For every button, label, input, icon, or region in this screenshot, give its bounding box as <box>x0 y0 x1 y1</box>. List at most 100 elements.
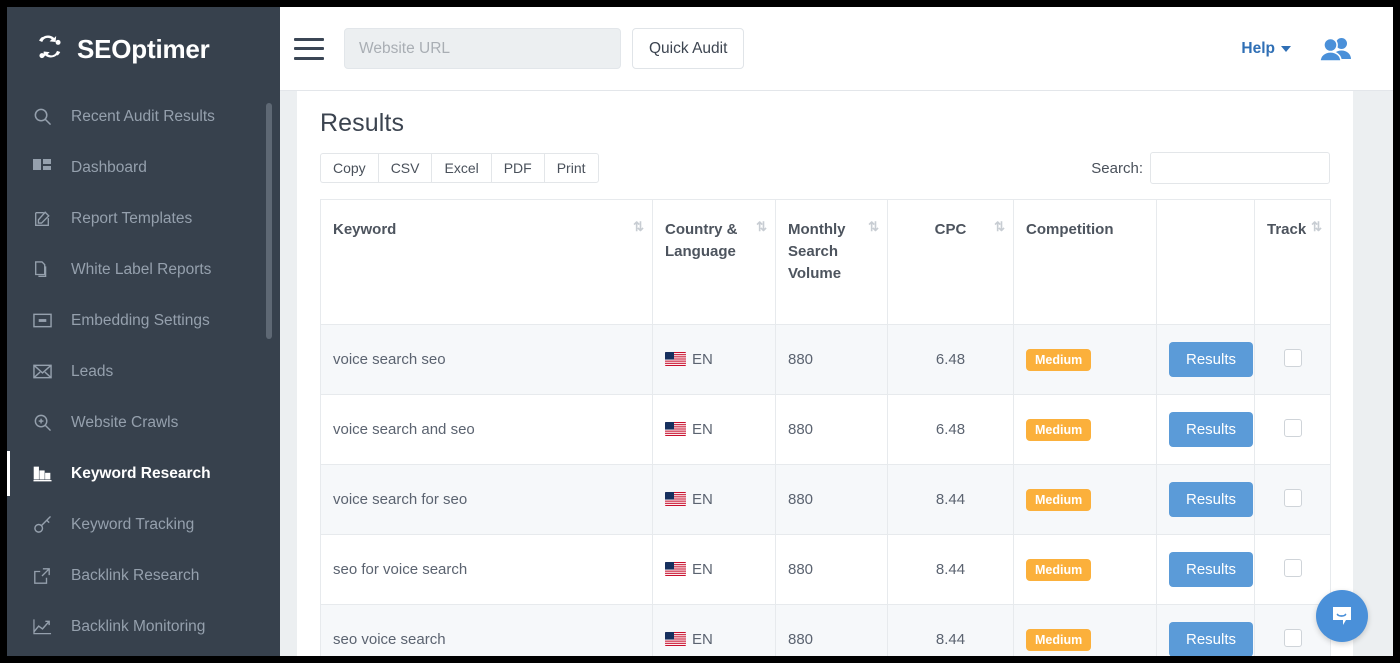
track-checkbox[interactable] <box>1284 559 1302 577</box>
magnifier-plus-icon <box>33 413 59 432</box>
track-checkbox[interactable] <box>1284 629 1302 647</box>
pencil-square-icon <box>33 210 59 228</box>
sidebar-item-white-label-reports[interactable]: White Label Reports <box>7 244 280 295</box>
cell-monthly-search-volume: 880 <box>776 535 888 605</box>
csv-button[interactable]: CSV <box>378 153 432 183</box>
cell-actions: Results <box>1157 535 1255 605</box>
hamburger-icon[interactable] <box>294 38 324 60</box>
cell-actions: Results <box>1157 465 1255 535</box>
sort-updown-icon: ⇅ <box>756 220 765 233</box>
language-code: EN <box>692 351 713 368</box>
sort-updown-icon: ⇅ <box>633 220 642 233</box>
quick-audit-button[interactable]: Quick Audit <box>632 28 744 69</box>
results-button[interactable]: Results <box>1169 342 1253 377</box>
col-keyword[interactable]: Keyword ⇅ <box>321 200 653 325</box>
app-window: SEOptimer Recent Audit Results Dashboard <box>0 0 1400 663</box>
col-competition[interactable]: Competition <box>1014 200 1157 325</box>
competition-badge: Medium <box>1026 629 1091 651</box>
cell-cpc: 6.48 <box>888 395 1014 465</box>
website-url-input[interactable] <box>344 28 621 69</box>
copy-pages-icon <box>33 261 59 279</box>
cell-country-language: EN <box>653 395 776 465</box>
language-code: EN <box>692 561 713 578</box>
col-actions <box>1157 200 1255 325</box>
envelope-icon <box>33 364 59 379</box>
track-checkbox[interactable] <box>1284 349 1302 367</box>
sidebar-item-label: Recent Audit Results <box>71 108 215 126</box>
cell-actions: Results <box>1157 605 1255 656</box>
sidebar-scrollbar[interactable] <box>266 103 272 339</box>
cell-cpc: 8.44 <box>888 535 1014 605</box>
brand-logo[interactable]: SEOptimer <box>7 7 280 91</box>
table-row: voice search for seoEN8808.44MediumResul… <box>321 465 1331 535</box>
col-track[interactable]: Track ⇅ <box>1255 200 1331 325</box>
sidebar-item-website-crawls[interactable]: Website Crawls <box>7 397 280 448</box>
sidebar-item-label: Embedding Settings <box>71 312 210 330</box>
topbar-right-group: Help <box>1241 36 1393 62</box>
sidebar-item-backlink-monitoring[interactable]: Backlink Monitoring <box>7 601 280 652</box>
sidebar-item-label: Keyword Research <box>71 465 211 483</box>
col-cpc[interactable]: CPC ⇅ <box>888 200 1014 325</box>
cell-monthly-search-volume: 880 <box>776 395 888 465</box>
cell-actions: Results <box>1157 395 1255 465</box>
track-checkbox[interactable] <box>1284 489 1302 507</box>
col-country-language[interactable]: Country & Language ⇅ <box>653 200 776 325</box>
export-button-group: Copy CSV Excel PDF Print <box>320 153 599 183</box>
key-icon <box>33 515 59 534</box>
brand-name: SEOptimer <box>77 34 210 65</box>
table-row: voice search and seo EN 8806.48 Medium Resul… <box>321 395 1331 465</box>
table-header-row: Keyword ⇅ Country & Language ⇅ Monthly S… <box>321 200 1331 325</box>
sidebar-item-embedding-settings[interactable]: Embedding Settings <box>7 295 280 346</box>
sidebar-item-report-templates[interactable]: Report Templates <box>7 193 280 244</box>
gear-refresh-logo-icon <box>31 30 69 68</box>
embed-box-icon <box>33 313 59 328</box>
pdf-button[interactable]: PDF <box>491 153 544 183</box>
excel-button[interactable]: Excel <box>431 153 490 183</box>
sort-updown-icon: ⇅ <box>994 220 1003 233</box>
competition-badge: Medium <box>1026 419 1091 441</box>
cell-cpc: 6.48 <box>888 325 1014 395</box>
results-button[interactable]: Results <box>1169 482 1253 517</box>
cell-monthly-search-volume: 880 <box>776 465 888 535</box>
language-code: EN <box>692 421 713 438</box>
users-icon[interactable] <box>1319 36 1353 62</box>
search-input[interactable] <box>1150 152 1330 184</box>
table-body: voice search seoEN8806.48MediumResultsvo… <box>321 325 1331 656</box>
sidebar-item-backlink-research[interactable]: Backlink Research <box>7 550 280 601</box>
help-menu[interactable]: Help <box>1241 40 1291 58</box>
cell-keyword: seo voice search <box>321 605 653 656</box>
competition-badge: Medium <box>1026 349 1091 371</box>
cell-competition: Medium <box>1014 605 1157 656</box>
table-row: seo voice searchEN8808.44MediumResults <box>321 605 1331 656</box>
cell-keyword: voice search and seo <box>321 395 653 465</box>
sidebar-item-dashboard[interactable]: Dashboard <box>7 142 280 193</box>
print-button[interactable]: Print <box>544 153 599 183</box>
cell-track <box>1255 395 1331 465</box>
sidebar-item-leads[interactable]: Leads <box>7 346 280 397</box>
table-header: Keyword ⇅ Country & Language ⇅ Monthly S… <box>321 200 1331 325</box>
sidebar-item-keyword-tracking[interactable]: Keyword Tracking <box>7 499 280 550</box>
col-competition-label: Competition <box>1026 221 1114 238</box>
track-checkbox[interactable] <box>1284 419 1302 437</box>
cell-keyword: voice search for seo <box>321 465 653 535</box>
col-monthly-search-volume-label: Monthly Search Volume <box>788 221 846 282</box>
table-row: seo for voice searchEN8808.44MediumResul… <box>321 535 1331 605</box>
search-label: Search: <box>1091 160 1143 177</box>
copy-button[interactable]: Copy <box>320 153 378 183</box>
sidebar-item-keyword-research[interactable]: Keyword Research <box>7 448 280 499</box>
sort-updown-icon: ⇅ <box>1311 220 1320 233</box>
results-button[interactable]: Results <box>1169 622 1253 656</box>
cell-cpc: 8.44 <box>888 605 1014 656</box>
results-button[interactable]: Results <box>1169 552 1253 587</box>
sidebar-item-label: Leads <box>71 363 113 381</box>
cell-monthly-search-volume: 880 <box>776 605 888 656</box>
chat-bubble-icon[interactable] <box>1316 590 1368 642</box>
main-content: Results Copy CSV Excel PDF Print Search: <box>280 91 1393 656</box>
col-track-label: Track <box>1267 221 1306 238</box>
results-button[interactable]: Results <box>1169 412 1253 447</box>
sidebar-item-recent-audit-results[interactable]: Recent Audit Results <box>7 91 280 142</box>
sidebar-item-label: Dashboard <box>71 159 147 177</box>
col-country-language-label: Country & Language <box>665 221 738 260</box>
cell-keyword: voice search seo <box>321 325 653 395</box>
col-monthly-search-volume[interactable]: Monthly Search Volume ⇅ <box>776 200 888 325</box>
